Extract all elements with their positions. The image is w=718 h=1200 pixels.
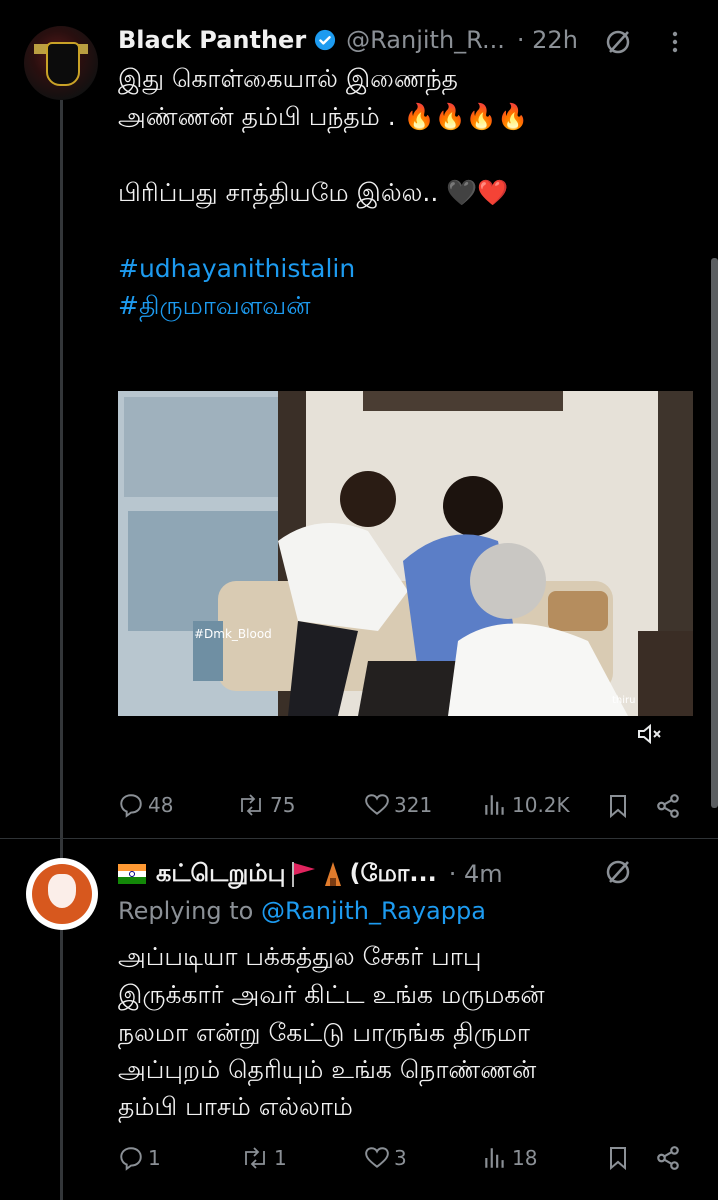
- tweet2-text-line-4: அப்புறம் தெரியும் உங்க நொண்ணன்: [118, 1055, 537, 1084]
- grok-icon[interactable]: [604, 858, 632, 886]
- like-button[interactable]: 3: [364, 1145, 407, 1171]
- repost-count: 75: [270, 793, 296, 817]
- views-button[interactable]: 10.2K: [482, 792, 570, 818]
- tweet2-text-line-3: நலமா என்று கேட்டு பாருங்க திருமா: [118, 1018, 530, 1047]
- repost-count: 1: [274, 1146, 287, 1170]
- tweet-divider: [0, 838, 718, 839]
- video-frame: [118, 391, 693, 716]
- grok-icon[interactable]: [604, 28, 632, 56]
- views-icon: [485, 1148, 504, 1168]
- replying-prefix: Replying to: [118, 897, 254, 925]
- reply-count: 48: [148, 793, 174, 817]
- hashtag-udhayanithistalin[interactable]: #udhayanithistalin: [118, 250, 355, 287]
- like-icon: [365, 794, 389, 815]
- more-icon[interactable]: [672, 30, 678, 54]
- reply-icon: [120, 1147, 142, 1171]
- tweet1-header: Black Panther @Ranjith_R... · 22h: [118, 22, 578, 58]
- tweet1-text-line-3: பிரிப்பது சாத்தியமே இல்ல.. 🖤❤️: [118, 178, 509, 207]
- reply-count: 1: [148, 1146, 161, 1170]
- share-icon[interactable]: [654, 1145, 682, 1171]
- tweet2-text-line-2: இருக்கார் அவர் கிட்ட உங்க மருமகன்: [118, 980, 545, 1009]
- tweet-time[interactable]: · 4m: [449, 860, 503, 888]
- temple-icon: [325, 862, 342, 886]
- bookmark-icon[interactable]: [606, 1145, 630, 1171]
- repost-button[interactable]: 75: [236, 792, 295, 818]
- tweet1-text-line-1: இது கொள்கையால் இணைந்த: [118, 64, 458, 93]
- like-icon: [365, 1147, 389, 1168]
- verified-badge-icon: [315, 29, 336, 51]
- avatar-katterumbu[interactable]: [26, 858, 98, 930]
- mute-icon[interactable]: [636, 722, 664, 746]
- avatar-black-panther[interactable]: [24, 26, 98, 100]
- repost-icon: [245, 1147, 265, 1169]
- share-icon[interactable]: [654, 793, 682, 819]
- reply-icon: [120, 794, 142, 818]
- replying-mention[interactable]: @Ranjith_Rayappa: [261, 897, 486, 925]
- reply-button[interactable]: 48: [118, 792, 173, 818]
- tweet2-header: கட்டெறும்பு (மோ... · 4m: [118, 856, 503, 892]
- tweet1-text-line-2: அண்ணன் தம்பி பந்தம் . 🔥🔥🔥🔥: [118, 102, 529, 131]
- like-count: 3: [394, 1146, 407, 1170]
- views-count: 10.2K: [512, 793, 570, 817]
- like-count: 321: [394, 793, 433, 817]
- scrollbar[interactable]: [711, 258, 718, 808]
- views-count: 18: [512, 1146, 538, 1170]
- video-watermark: #Dmk_Blood: [194, 627, 272, 641]
- repost-icon: [241, 794, 261, 816]
- author-name[interactable]: Black Panther: [118, 26, 306, 54]
- author-handle[interactable]: @Ranjith_R...: [346, 26, 505, 54]
- bookmark-icon[interactable]: [606, 793, 630, 819]
- repost-button[interactable]: 1: [240, 1145, 287, 1171]
- tweet2-text-line-5: தம்பி பாசம் எல்லாம்: [118, 1092, 353, 1121]
- hashtag-thirumavalavan[interactable]: #திருமாவளவன்: [118, 287, 310, 324]
- views-button[interactable]: 18: [482, 1145, 537, 1171]
- thread-connector-line: [60, 100, 63, 1200]
- views-icon: [485, 795, 504, 815]
- tweet1-video[interactable]: #Dmk_Blood thiru: [118, 391, 693, 716]
- author-name-suffix[interactable]: (மோ...: [349, 859, 436, 890]
- tweet-time[interactable]: · 22h: [517, 26, 578, 54]
- replying-to: Replying to @Ranjith_Rayappa: [118, 897, 486, 925]
- reply-button[interactable]: 1: [118, 1145, 161, 1171]
- author-name[interactable]: கட்டெறும்பு: [156, 859, 285, 890]
- tweet2-text-line-1: அப்படியா பக்கத்துல சேகர் பாபு: [118, 942, 482, 971]
- video-corner-text: thiru: [612, 695, 636, 706]
- like-button[interactable]: 321: [364, 792, 432, 818]
- red-flag-icon: [292, 862, 316, 887]
- india-flag-icon: [118, 864, 146, 884]
